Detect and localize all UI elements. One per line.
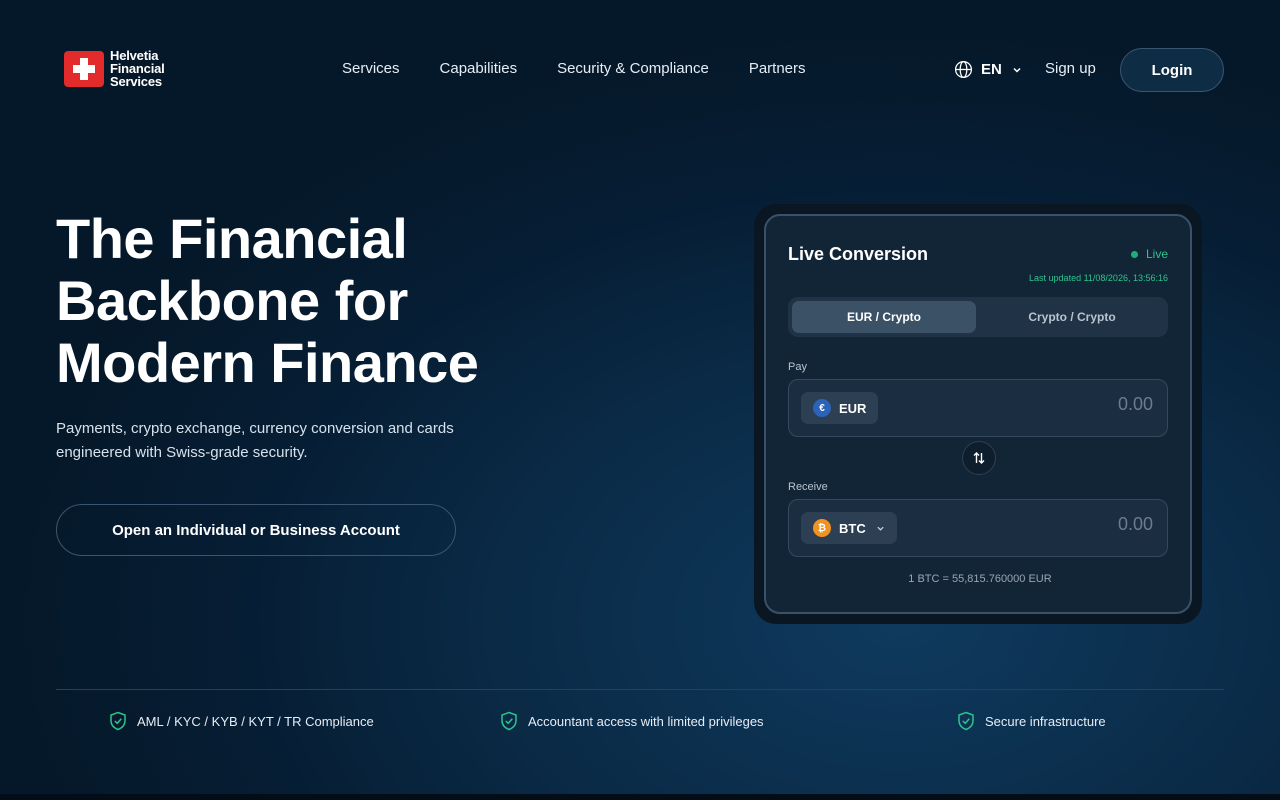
pay-currency-selector[interactable]: € EUR bbox=[801, 392, 879, 424]
feature-compliance-label: AML / KYC / KYB / KYT / TR Compliance bbox=[137, 713, 374, 729]
features-divider bbox=[56, 689, 1224, 690]
open-account-button[interactable]: Open an Individual or Business Account bbox=[56, 504, 456, 556]
swap-arrows-icon bbox=[973, 452, 985, 464]
page-bottom-edge bbox=[0, 794, 1280, 800]
bitcoin-coin-icon: ₿ bbox=[813, 519, 831, 537]
globe-icon bbox=[954, 60, 973, 79]
receive-currency-code: BTC bbox=[839, 520, 866, 536]
pay-label: Pay bbox=[788, 361, 807, 373]
conversion-mode-tabs: EUR / Crypto Crypto / Crypto bbox=[788, 297, 1168, 337]
live-status-label: Live bbox=[1145, 247, 1168, 261]
nav-item-services[interactable]: Services bbox=[342, 60, 400, 77]
receive-amount-input[interactable] bbox=[953, 514, 1153, 535]
pay-field: € EUR bbox=[788, 379, 1168, 437]
main-nav: Services Capabilities Security & Complia… bbox=[342, 60, 806, 77]
last-updated: Last updated 11/08/2026, 13:56:16 bbox=[1029, 273, 1168, 283]
nav-item-partners[interactable]: Partners bbox=[749, 60, 806, 77]
language-selector[interactable]: EN bbox=[954, 60, 1022, 79]
hero-title-line-2: Backbone for bbox=[56, 269, 408, 332]
feature-accountant-access-label: Accountant access with limited privilege… bbox=[528, 713, 764, 729]
exchange-rate: 1 BTC = 55,815.760000 EUR bbox=[908, 573, 1052, 585]
hero-subtitle: Payments, crypto exchange, currency conv… bbox=[56, 420, 454, 461]
hero-title-line-1: The Financial bbox=[56, 207, 408, 270]
chevron-down-icon bbox=[1013, 67, 1021, 73]
hero-title-line-3: Modern Finance bbox=[56, 331, 479, 394]
signup-link[interactable]: Sign up bbox=[1045, 60, 1096, 77]
brand-name: Helvetia Financial Services bbox=[110, 49, 165, 88]
live-status: Live bbox=[1130, 247, 1168, 261]
live-conversion-card: Live Conversion Live Last updated 11/08/… bbox=[764, 214, 1192, 614]
hero-title: The Financial Backbone for Modern Financ… bbox=[56, 208, 616, 394]
brand-line-3: Services bbox=[110, 74, 162, 89]
shield-check-icon bbox=[501, 711, 517, 731]
language-code: EN bbox=[981, 61, 1002, 78]
euro-coin-icon: € bbox=[813, 399, 831, 417]
live-dot-icon bbox=[1130, 250, 1138, 258]
brand-logo[interactable]: Helvetia Financial Services bbox=[64, 49, 165, 88]
receive-label: Receive bbox=[788, 481, 828, 493]
feature-accountant-access: Accountant access with limited privilege… bbox=[500, 711, 764, 731]
tab-crypto-crypto[interactable]: Crypto / Crypto bbox=[980, 301, 1164, 333]
converter-title: Live Conversion bbox=[788, 244, 929, 264]
chevron-down-icon bbox=[877, 526, 884, 531]
receive-currency-selector[interactable]: ₿ BTC bbox=[801, 512, 897, 544]
feature-secure-infrastructure: Secure infrastructure bbox=[957, 711, 1106, 731]
login-button[interactable]: Login bbox=[1120, 48, 1224, 92]
pay-currency-code: EUR bbox=[839, 400, 867, 416]
nav-item-capabilities[interactable]: Capabilities bbox=[440, 60, 518, 77]
receive-field: ₿ BTC bbox=[788, 499, 1168, 557]
shield-check-icon bbox=[110, 711, 126, 731]
feature-compliance: AML / KYC / KYB / KYT / TR Compliance bbox=[109, 711, 374, 731]
swap-button[interactable] bbox=[962, 441, 996, 475]
nav-item-security-compliance[interactable]: Security & Compliance bbox=[557, 60, 709, 77]
feature-secure-infrastructure-label: Secure infrastructure bbox=[985, 713, 1106, 729]
tab-eur-crypto[interactable]: EUR / Crypto bbox=[792, 301, 976, 333]
shield-check-icon bbox=[958, 711, 974, 731]
pay-amount-input[interactable] bbox=[953, 394, 1153, 415]
swiss-cross-icon bbox=[64, 50, 104, 87]
